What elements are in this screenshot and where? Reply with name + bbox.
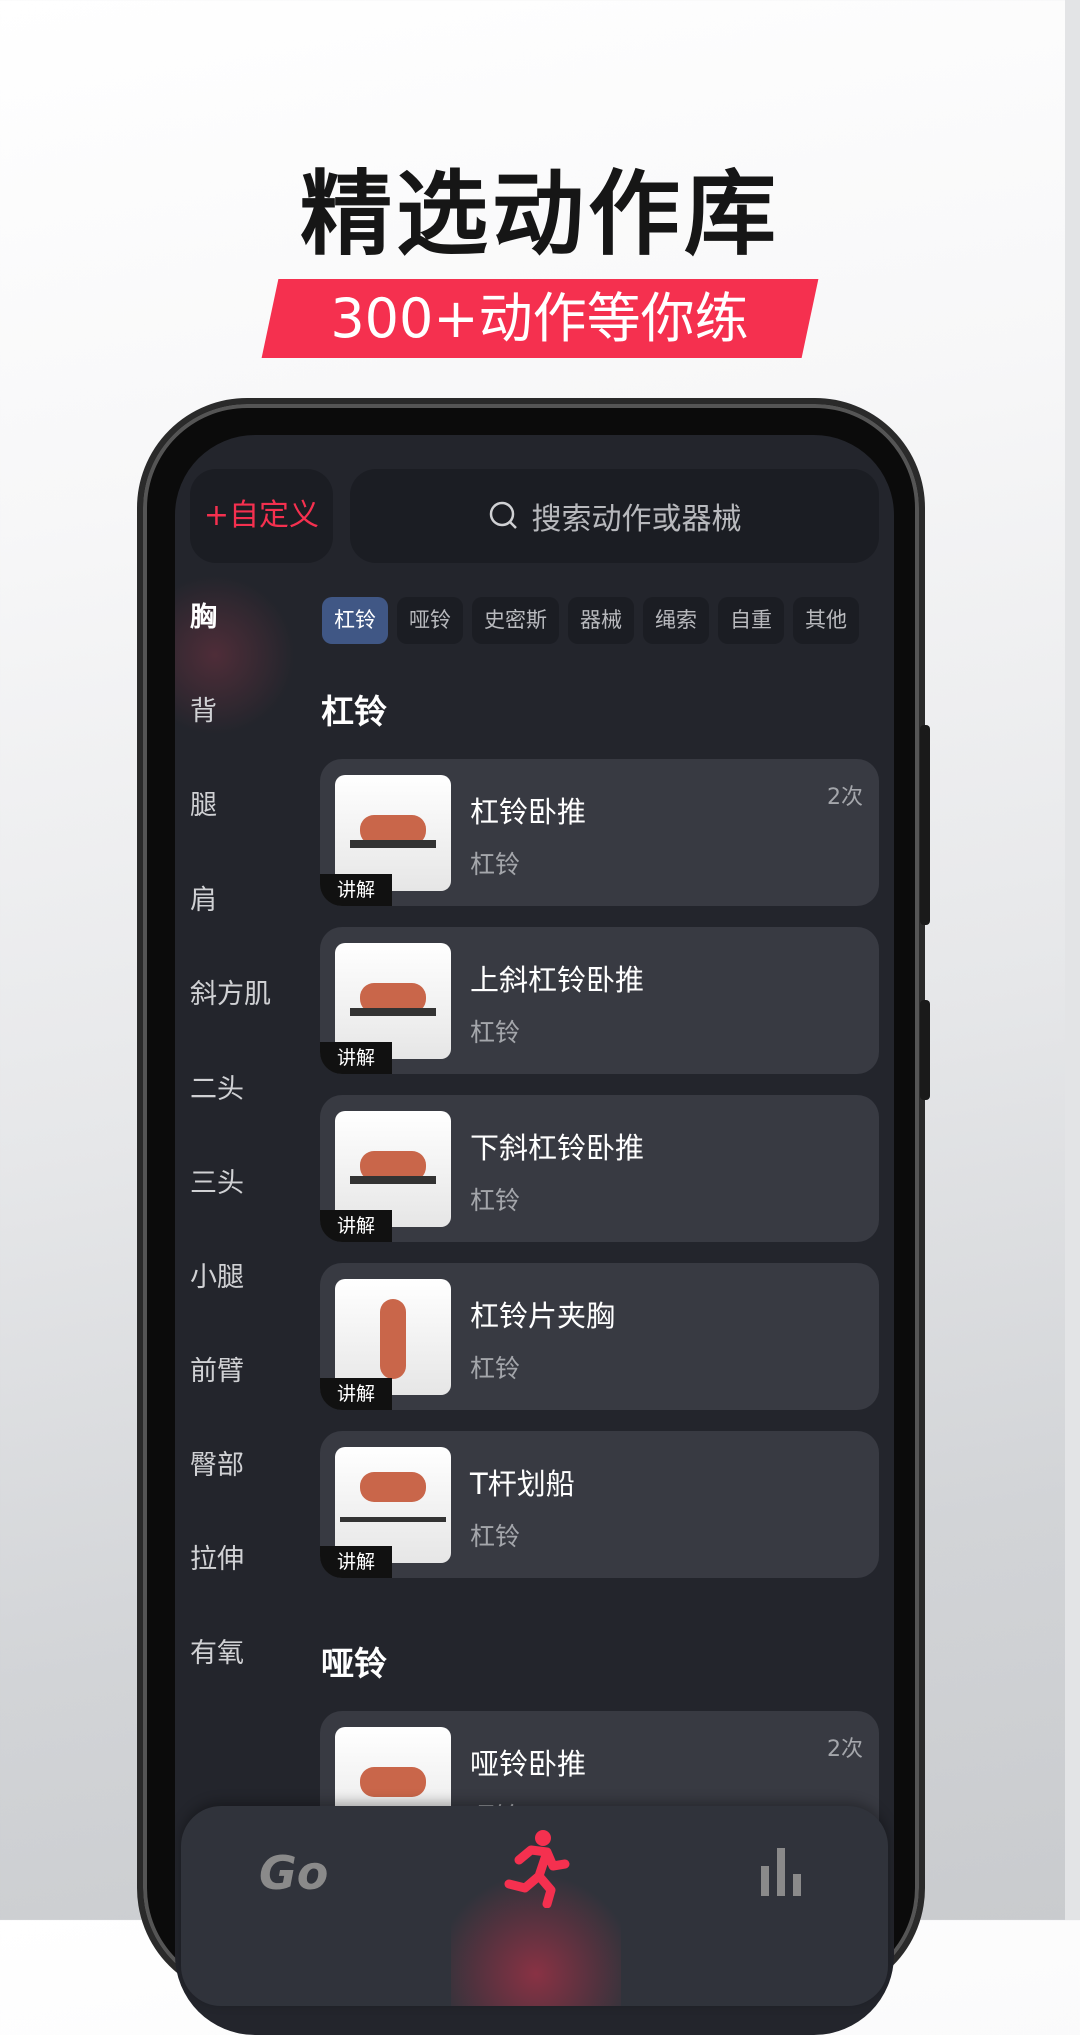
phone-volume-button: [920, 725, 930, 925]
section-title: 哑铃: [321, 1644, 387, 1683]
exercise-equipment: 杠铃: [470, 1018, 521, 1047]
exercise-count: 2次: [827, 1737, 863, 1762]
sidebar-item[interactable]: 二头: [190, 1067, 244, 1106]
stats-icon[interactable]: [761, 1848, 803, 1896]
chip-barbell[interactable]: 杠铃: [322, 597, 388, 644]
chip-other[interactable]: 其他: [793, 597, 859, 644]
phone-power-button: [920, 1000, 930, 1100]
exercise-count: 2次: [827, 785, 863, 810]
chip-dumbbell[interactable]: 哑铃: [397, 597, 463, 644]
sidebar-item[interactable]: 小腿: [190, 1255, 244, 1294]
chip-bodyweight[interactable]: 自重: [718, 597, 784, 644]
background-edge: [1065, 0, 1080, 1920]
promo-headline: 精选动作库: [299, 161, 780, 268]
explain-tag[interactable]: 讲解: [320, 1042, 392, 1074]
explain-tag[interactable]: 讲解: [320, 1546, 392, 1578]
sidebar-item[interactable]: 腿: [190, 783, 217, 822]
equipment-filter-chips: 杠铃 哑铃 史密斯 器械 绳索 自重 其他: [322, 597, 859, 644]
go-icon[interactable]: Go: [259, 1846, 328, 1900]
section-title: 杠铃: [321, 692, 387, 731]
bottom-nav: Go: [181, 1806, 888, 2006]
exercise-name: 下斜杠铃卧推: [470, 1131, 645, 1165]
chip-machine[interactable]: 器械: [568, 597, 634, 644]
exercise-name: T杆划船: [470, 1467, 575, 1501]
exercise-equipment: 杠铃: [470, 1354, 521, 1383]
exercise-card[interactable]: 讲解 T杆划船 杠铃: [320, 1431, 879, 1578]
explain-tag[interactable]: 讲解: [320, 1378, 392, 1410]
exercise-card[interactable]: 讲解 杠铃片夹胸 杠铃: [320, 1263, 879, 1410]
sidebar-item[interactable]: 有氧: [190, 1631, 244, 1670]
sidebar-item[interactable]: 胸: [190, 595, 217, 634]
sidebar-item[interactable]: 拉伸: [190, 1537, 244, 1576]
promo-banner: 300+动作等你练: [330, 287, 749, 350]
custom-exercise-button[interactable]: +自定义: [190, 469, 333, 563]
chip-cable[interactable]: 绳索: [643, 597, 709, 644]
exercise-name: 杠铃片夹胸: [470, 1299, 616, 1333]
sidebar-item[interactable]: 前臂: [190, 1349, 244, 1388]
search-input[interactable]: 搜索动作或器械: [350, 469, 879, 563]
sidebar-item[interactable]: 斜方肌: [190, 972, 271, 1011]
exercise-equipment: 杠铃: [470, 850, 521, 879]
exercise-equipment: 杠铃: [470, 1522, 521, 1551]
search-placeholder: 搜索动作或器械: [531, 502, 742, 537]
running-icon[interactable]: [501, 1828, 571, 1908]
exercise-equipment: 杠铃: [470, 1186, 521, 1215]
sidebar-item[interactable]: 三头: [190, 1161, 244, 1200]
exercise-name: 哑铃卧推: [470, 1747, 587, 1781]
chip-smith[interactable]: 史密斯: [472, 597, 559, 644]
exercise-name: 杠铃卧推: [470, 795, 587, 829]
sidebar-item[interactable]: 背: [190, 689, 217, 728]
search-icon: [489, 501, 517, 529]
exercise-name: 上斜杠铃卧推: [470, 963, 645, 997]
explain-tag[interactable]: 讲解: [320, 1210, 392, 1242]
sidebar-item[interactable]: 肩: [190, 878, 217, 917]
sidebar-item[interactable]: 臀部: [190, 1443, 244, 1482]
exercise-card[interactable]: 讲解 下斜杠铃卧推 杠铃: [320, 1095, 879, 1242]
app-screen: +自定义 搜索动作或器械 胸 背 腿 肩 斜方肌 二头 三头 小腿 前臂 臀部 …: [175, 435, 894, 2035]
exercise-card[interactable]: 讲解 上斜杠铃卧推 杠铃: [320, 927, 879, 1074]
exercise-card[interactable]: 讲解 杠铃卧推 杠铃 2次: [320, 759, 879, 906]
explain-tag[interactable]: 讲解: [320, 874, 392, 906]
